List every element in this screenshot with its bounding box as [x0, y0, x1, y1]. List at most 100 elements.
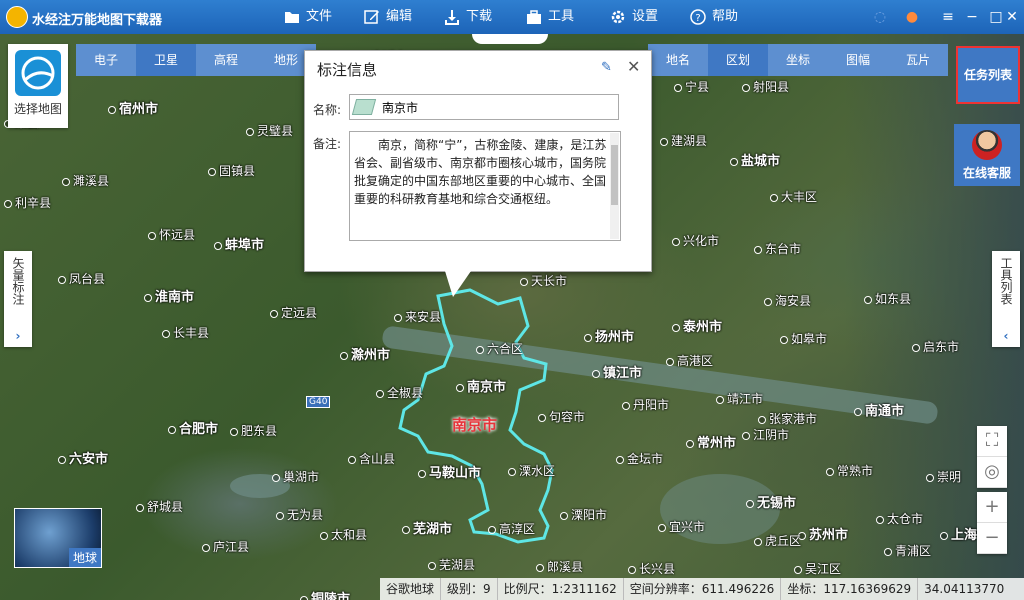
- user-icon[interactable]: ●: [902, 7, 922, 27]
- close-icon[interactable]: ✕: [1002, 7, 1022, 27]
- city-label: 太仓市: [876, 510, 923, 527]
- coord-lat: 34.04113770: [924, 582, 1005, 596]
- city-label: 定远县: [270, 304, 317, 321]
- minimize-icon[interactable]: −: [962, 7, 982, 27]
- name-value: 南京市: [382, 100, 419, 115]
- status-bar: 谷歌地球 级别：9 比例尺：1:2311162 空间分辨率：611.496226…: [380, 578, 1024, 600]
- folder-icon: [285, 12, 299, 23]
- city-label: 全椒县: [376, 384, 423, 401]
- support-agent-icon: [972, 130, 1002, 160]
- tab-tiles[interactable]: 瓦片: [888, 44, 948, 76]
- city-label: 崇明: [926, 468, 961, 485]
- fullscreen-icon[interactable]: ⛶: [977, 426, 1007, 457]
- city-label: 虎丘区: [754, 532, 801, 549]
- edit-icon: [364, 10, 379, 24]
- city-label: 射阳县: [742, 78, 789, 95]
- city-label: 长丰县: [162, 324, 209, 341]
- loading-icon: ◌: [873, 9, 887, 25]
- vector-annotation-tab[interactable]: 矢量标注 ›: [4, 251, 32, 347]
- city-label: 泰州市: [672, 316, 722, 335]
- vector-annotation-label: 矢量标注: [11, 257, 25, 305]
- zoom-in-button[interactable]: +: [977, 492, 1007, 523]
- city-label: 青浦区: [884, 542, 931, 559]
- name-field[interactable]: 南京市: [349, 94, 619, 120]
- city-label: 海安县: [764, 292, 811, 309]
- note-label: 备注:: [313, 137, 342, 151]
- city-label: 句容市: [538, 408, 585, 425]
- tab-electronic[interactable]: 电子: [76, 44, 136, 76]
- menu-settings[interactable]: 设置: [610, 6, 658, 28]
- city-label: 合肥市: [168, 418, 218, 437]
- svg-text:?: ?: [695, 13, 700, 24]
- city-label: 如东县: [864, 290, 911, 307]
- coord-lon: 117.16369629: [823, 582, 912, 596]
- popup-title: 标注信息: [317, 61, 378, 79]
- city-label: 苏州市: [798, 524, 848, 543]
- menu-edit[interactable]: 编辑: [364, 6, 412, 28]
- city-label: 如皋市: [780, 330, 827, 347]
- menu-help[interactable]: ? 帮助: [690, 6, 738, 28]
- overlay-tabs: 地名 区划 坐标 图幅 瓦片: [648, 44, 948, 76]
- city-label: 芜湖市: [402, 518, 452, 537]
- city-label: 六合区: [476, 340, 523, 357]
- status-source: 谷歌地球: [380, 578, 442, 600]
- tab-place-names[interactable]: 地名: [648, 44, 708, 76]
- tab-satellite[interactable]: 卫星: [136, 44, 196, 76]
- edit-pencil-icon[interactable]: ✎: [601, 60, 612, 75]
- menu-download[interactable]: 下载: [444, 6, 492, 28]
- note-text: 南京，简称“宁”，古称金陵、建康，是江苏省会、副省级市、南京都市圈核心城市，国务…: [354, 138, 607, 206]
- route-badge: G40: [306, 396, 331, 408]
- city-label: 宜兴市: [658, 518, 705, 535]
- city-label: 庐江县: [202, 538, 249, 555]
- color-swatch-icon[interactable]: [351, 99, 377, 115]
- note-scrollbar[interactable]: [610, 133, 619, 239]
- earth-thumbnail[interactable]: 地球: [14, 508, 102, 568]
- city-label: 张家港市: [758, 410, 817, 427]
- zoom-controls: + −: [977, 492, 1007, 554]
- collapse-top-handle[interactable]: [472, 34, 548, 44]
- note-textarea[interactable]: 南京，简称“宁”，古称金陵、建康，是江苏省会、副省级市、南京都市圈核心城市，国务…: [349, 131, 621, 241]
- city-label: 蚌埠市: [214, 234, 264, 253]
- city-label: 六安市: [58, 448, 108, 467]
- tab-coordinates[interactable]: 坐标: [768, 44, 828, 76]
- tab-elevation[interactable]: 高程: [196, 44, 256, 76]
- help-icon: ?: [690, 9, 706, 25]
- city-label: 天长市: [520, 272, 567, 289]
- city-label: 肥东县: [230, 422, 277, 439]
- city-label: 靖江市: [716, 390, 763, 407]
- status-scale: 比例尺：1:2311162: [498, 578, 624, 600]
- zoom-out-button[interactable]: −: [977, 523, 1007, 554]
- tab-districts[interactable]: 区划: [708, 44, 768, 76]
- city-label: 高淳区: [488, 520, 535, 537]
- name-label: 名称:: [313, 103, 342, 117]
- menu-file[interactable]: 文件: [284, 6, 332, 28]
- city-label: 灵璧县: [246, 122, 293, 139]
- task-list-button[interactable]: 任务列表: [956, 46, 1020, 104]
- popup-close-icon[interactable]: ✕: [627, 57, 640, 76]
- city-label: 建湖县: [660, 132, 707, 149]
- city-label: 溧水区: [508, 462, 555, 479]
- city-label: 常州市: [686, 432, 736, 451]
- city-label: 启东市: [912, 338, 959, 355]
- city-label: 马鞍山市: [418, 462, 481, 481]
- tool-list-tab[interactable]: 工具列表 ‹: [992, 251, 1020, 347]
- locate-icon[interactable]: ◎: [977, 457, 1007, 488]
- coord-label: 坐标：: [787, 582, 824, 596]
- city-label: 东台市: [754, 240, 801, 257]
- view-controls: ⛶ ◎: [977, 426, 1007, 488]
- tab-map-sheets[interactable]: 图幅: [828, 44, 888, 76]
- city-label: 郎溪县: [536, 558, 583, 575]
- city-label: 无锡市: [746, 492, 796, 511]
- menu-icon[interactable]: ≡: [938, 7, 958, 27]
- city-label: 南京市: [456, 376, 506, 395]
- online-service-button[interactable]: 在线客服: [954, 124, 1020, 186]
- menu-tools[interactable]: 工具: [526, 6, 574, 28]
- scrollbar-thumb[interactable]: [611, 145, 618, 205]
- city-label: 吴江区: [794, 560, 841, 577]
- status-level: 级别：9: [441, 578, 498, 600]
- city-label: 濉溪县: [62, 172, 109, 189]
- city-label: 高港区: [666, 352, 713, 369]
- city-label: 来安县: [394, 308, 441, 325]
- city-label: 固镇县: [208, 162, 255, 179]
- select-map-button[interactable]: 选择地图: [8, 44, 68, 128]
